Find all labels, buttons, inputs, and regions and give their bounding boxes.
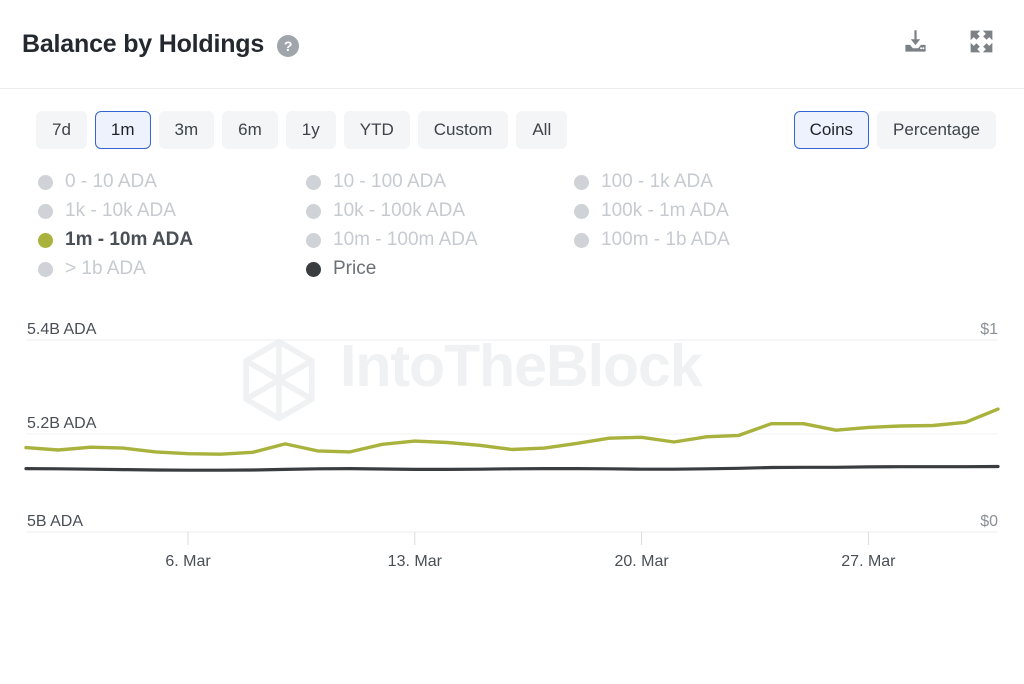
legend-label: Price: [333, 258, 376, 280]
legend-dot-icon: [38, 262, 53, 277]
legend-item-100m-1b-ada[interactable]: 100m - 1b ADA: [574, 229, 842, 251]
fullscreen-expand-icon[interactable]: [967, 27, 996, 61]
legend-item-100k-1m-ada[interactable]: 100k - 1m ADA: [574, 200, 842, 222]
legend-dot-icon: [306, 175, 321, 190]
legend-label: 10 - 100 ADA: [333, 171, 446, 193]
legend-dot-icon: [574, 175, 589, 190]
range-button-all[interactable]: All: [516, 111, 567, 149]
legend-label: 1k - 10k ADA: [65, 200, 176, 222]
range-button-custom[interactable]: Custom: [418, 111, 509, 149]
mode-button-coins[interactable]: Coins: [794, 111, 869, 149]
y-axis-right-label-bottom: $0: [980, 513, 998, 530]
series-line-1m-10m-ada: [26, 409, 998, 454]
header-actions: [902, 27, 996, 61]
x-axis-ticks: 6. Mar 13. Mar 20. Mar 27. Mar: [165, 532, 896, 570]
legend-label: 1m - 10m ADA: [65, 229, 193, 251]
intotheblock-hexagon-logo: [246, 342, 312, 419]
y-axis-label-bottom: 5B ADA: [27, 513, 83, 530]
widget-header: Balance by Holdings ?: [0, 0, 1024, 89]
chart-toolbar: 7d 1m 3m 6m 1y YTD Custom All Coins Perc…: [0, 89, 1024, 149]
y-axis-label-mid: 5.2B ADA: [27, 415, 97, 432]
x-axis-tick-label: 6. Mar: [165, 553, 211, 570]
legend-label: 10m - 100m ADA: [333, 229, 478, 251]
balance-by-holdings-chart[interactable]: IntoTheBlock 5.4B ADA 5.2B ADA 5B ADA $1…: [0, 312, 1024, 612]
legend-dot-icon: [306, 204, 321, 219]
chart-legend: 0 - 10 ADA 10 - 100 ADA 100 - 1k ADA 1k …: [0, 149, 1024, 280]
time-range-group: 7d 1m 3m 6m 1y YTD Custom All: [36, 111, 567, 149]
legend-dot-icon: [306, 233, 321, 248]
balance-by-holdings-widget: Balance by Holdings ?: [0, 0, 1024, 684]
series-line-price: [26, 467, 998, 471]
legend-item-10-100-ada[interactable]: 10 - 100 ADA: [306, 171, 574, 193]
legend-item-1m-10m-ada[interactable]: 1m - 10m ADA: [38, 229, 306, 251]
mode-button-percentage[interactable]: Percentage: [877, 111, 996, 149]
range-button-3m[interactable]: 3m: [159, 111, 215, 149]
x-axis-tick-label: 13. Mar: [388, 553, 443, 570]
legend-item-over-1b-ada[interactable]: > 1b ADA: [38, 258, 306, 280]
range-button-6m[interactable]: 6m: [222, 111, 278, 149]
legend-label: 100m - 1b ADA: [601, 229, 730, 251]
legend-dot-icon: [574, 233, 589, 248]
legend-dot-icon: [38, 175, 53, 190]
legend-label: 100 - 1k ADA: [601, 171, 713, 193]
legend-label: 10k - 100k ADA: [333, 200, 465, 222]
legend-item-price[interactable]: Price: [306, 258, 574, 280]
range-button-1y[interactable]: 1y: [286, 111, 336, 149]
range-button-7d[interactable]: 7d: [36, 111, 87, 149]
unit-mode-group: Coins Percentage: [794, 111, 996, 149]
title-group: Balance by Holdings ?: [22, 32, 299, 57]
legend-dot-icon: [306, 262, 321, 277]
x-axis-tick-label: 27. Mar: [841, 553, 896, 570]
legend-label: 0 - 10 ADA: [65, 171, 157, 193]
legend-dot-icon: [574, 204, 589, 219]
legend-dot-icon: [38, 233, 53, 248]
chart-svg: IntoTheBlock 5.4B ADA 5.2B ADA 5B ADA $1…: [0, 312, 1024, 612]
legend-label: 100k - 1m ADA: [601, 200, 729, 222]
legend-dot-icon: [38, 204, 53, 219]
range-button-1m[interactable]: 1m: [95, 111, 151, 149]
legend-item-10k-100k-ada[interactable]: 10k - 100k ADA: [306, 200, 574, 222]
y-axis-label-top: 5.4B ADA: [27, 321, 97, 338]
range-button-ytd[interactable]: YTD: [344, 111, 410, 149]
page-title: Balance by Holdings: [22, 32, 264, 57]
legend-item-0-10-ada[interactable]: 0 - 10 ADA: [38, 171, 306, 193]
legend-label: > 1b ADA: [65, 258, 146, 280]
watermark-text: IntoTheBlock: [340, 333, 703, 399]
download-icon[interactable]: [902, 28, 929, 60]
legend-item-1k-10k-ada[interactable]: 1k - 10k ADA: [38, 200, 306, 222]
y-axis-right-label-top: $1: [980, 321, 998, 338]
legend-item-100-1k-ada[interactable]: 100 - 1k ADA: [574, 171, 842, 193]
legend-item-10m-100m-ada[interactable]: 10m - 100m ADA: [306, 229, 574, 251]
x-axis-tick-label: 20. Mar: [614, 553, 669, 570]
question-mark-icon[interactable]: ?: [277, 35, 299, 57]
